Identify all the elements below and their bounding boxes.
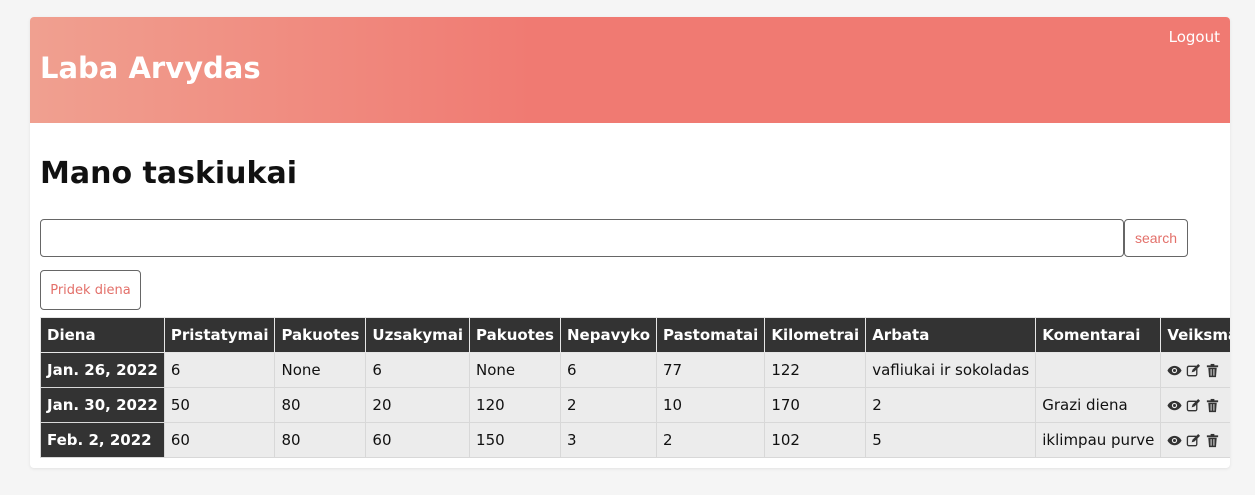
row-actions xyxy=(1167,398,1230,413)
table-cell: 60 xyxy=(365,422,471,458)
actions-cell xyxy=(1160,387,1230,423)
table-cell: 80 xyxy=(274,422,367,458)
table-row: Feb. 2, 2022 60 80 60 150 3 2 102 5 iklimpau purv… xyxy=(40,422,1230,458)
table-cell: 60 xyxy=(163,422,276,458)
edit-icon[interactable] xyxy=(1186,433,1201,448)
table-cell: 50 xyxy=(163,387,276,423)
table-header-row: Diena Pristatymai Pakuotes Uzsakymai Pak… xyxy=(40,317,1230,353)
eye-icon[interactable] xyxy=(1167,433,1182,448)
column-header: Veiksmai xyxy=(1160,317,1230,353)
table-cell: None xyxy=(274,352,367,388)
table-cell: 120 xyxy=(469,387,561,423)
add-day-button[interactable]: Pridek diena xyxy=(40,270,141,310)
table-cell: None xyxy=(469,352,561,388)
trash-icon[interactable] xyxy=(1205,398,1220,413)
date-cell: Jan. 30, 2022 xyxy=(40,387,165,423)
edit-icon[interactable] xyxy=(1186,398,1201,413)
table-cell xyxy=(1035,352,1162,388)
table-cell: 2 xyxy=(865,387,1037,423)
table-cell: 5 xyxy=(865,422,1037,458)
table-cell: 3 xyxy=(559,422,658,458)
date-cell: Jan. 26, 2022 xyxy=(40,352,165,388)
table-cell: 2 xyxy=(559,387,658,423)
column-header: Pakuotes xyxy=(469,317,561,353)
column-header: Nepavyko xyxy=(559,317,658,353)
table-cell: 170 xyxy=(764,387,867,423)
row-actions xyxy=(1167,433,1230,448)
table-cell: iklimpau purve xyxy=(1035,422,1162,458)
actions-cell xyxy=(1160,352,1230,388)
table-row: Jan. 26, 2022 6 None 6 None 6 77 122 vafliukai i… xyxy=(40,352,1230,388)
eye-icon[interactable] xyxy=(1167,363,1182,378)
trash-icon[interactable] xyxy=(1205,433,1220,448)
table-cell: 6 xyxy=(559,352,658,388)
date-cell: Feb. 2, 2022 xyxy=(40,422,165,458)
actions-cell xyxy=(1160,422,1230,458)
column-header: Pakuotes xyxy=(274,317,367,353)
table-cell: 6 xyxy=(163,352,276,388)
search-button[interactable]: search xyxy=(1124,219,1188,257)
table-cell: vafliukai ir sokoladas xyxy=(865,352,1037,388)
column-header: Pastomatai xyxy=(656,317,766,353)
table-cell: 6 xyxy=(365,352,471,388)
table-cell: 2 xyxy=(656,422,766,458)
trash-icon[interactable] xyxy=(1205,363,1220,378)
edit-icon[interactable] xyxy=(1186,363,1201,378)
page-title: Mano taskiukai xyxy=(40,156,298,191)
table-cell: 80 xyxy=(274,387,367,423)
table-cell: 77 xyxy=(656,352,766,388)
page-header: Laba Arvydas Logout xyxy=(30,17,1230,123)
main-card: Laba Arvydas Logout Mano taskiukai searc… xyxy=(30,17,1230,468)
greeting-title: Laba Arvydas xyxy=(40,51,261,85)
table-cell: Grazi diena xyxy=(1035,387,1162,423)
column-header: Pristatymai xyxy=(163,317,276,353)
column-header: Uzsakymai xyxy=(365,317,471,353)
table-cell: 10 xyxy=(656,387,766,423)
table-row: Jan. 30, 2022 50 80 20 120 2 10 170 2 Grazi diena xyxy=(40,387,1230,423)
eye-icon[interactable] xyxy=(1167,398,1182,413)
column-header: Kilometrai xyxy=(764,317,867,353)
table-cell: 20 xyxy=(365,387,471,423)
logout-link[interactable]: Logout xyxy=(1169,28,1220,46)
row-actions xyxy=(1167,363,1230,378)
table-cell: 102 xyxy=(764,422,867,458)
table-cell: 122 xyxy=(764,352,867,388)
table-cell: 150 xyxy=(469,422,561,458)
column-header: Arbata xyxy=(865,317,1037,353)
column-header: Komentarai xyxy=(1035,317,1162,353)
column-header: Diena xyxy=(40,317,165,353)
search-input[interactable] xyxy=(40,219,1124,257)
entries-table: Diena Pristatymai Pakuotes Uzsakymai Pak… xyxy=(40,317,1230,458)
